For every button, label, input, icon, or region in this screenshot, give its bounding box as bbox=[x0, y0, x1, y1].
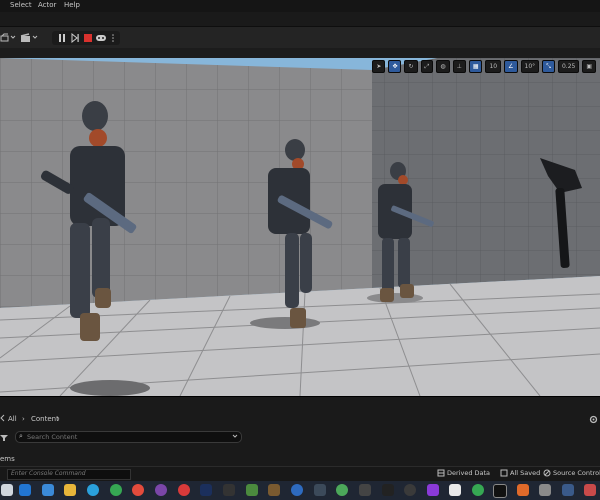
viewport-toolbar: ➤ ✥ ↻ ⤢ ◍ ⊥ ▦ 10 ∠ 10° ⤡ 0.25 ▣ bbox=[372, 60, 596, 73]
chevron-down-icon[interactable] bbox=[10, 34, 16, 40]
source-control-icon bbox=[543, 469, 551, 477]
app-icon[interactable] bbox=[584, 484, 596, 496]
chrome-icon[interactable] bbox=[132, 484, 144, 496]
translate-tool-button[interactable]: ✥ bbox=[388, 60, 402, 73]
select-tool-button[interactable]: ➤ bbox=[372, 60, 386, 73]
rotation-snap-value[interactable]: 10° bbox=[520, 60, 540, 73]
search-icon[interactable] bbox=[19, 484, 31, 496]
scale-tool-button[interactable]: ⤢ bbox=[420, 60, 434, 73]
app-icon[interactable] bbox=[155, 484, 167, 496]
stop-icon[interactable] bbox=[83, 33, 93, 43]
pause-icon[interactable] bbox=[57, 33, 67, 43]
console-command-input[interactable]: Enter Console Command bbox=[7, 469, 131, 480]
camera-icon: ▣ bbox=[586, 63, 592, 70]
surface-snap-icon: ⊥ bbox=[456, 63, 462, 70]
start-icon[interactable] bbox=[1, 484, 13, 496]
menu-bar: Select Actor Help bbox=[0, 0, 600, 12]
derived-data-icon bbox=[437, 469, 445, 477]
viewport-scene bbox=[0, 58, 600, 396]
move-icon: ✥ bbox=[392, 63, 398, 70]
console-placeholder: Enter Console Command bbox=[11, 470, 86, 477]
telegram-icon[interactable] bbox=[87, 484, 99, 496]
app-icon[interactable] bbox=[517, 484, 529, 496]
rotate-tool-button[interactable]: ↻ bbox=[404, 60, 418, 73]
gamepad-icon[interactable] bbox=[427, 484, 439, 496]
chevron-down-icon[interactable] bbox=[232, 432, 238, 442]
files-icon[interactable] bbox=[64, 484, 76, 496]
search-icon: ⌕ bbox=[19, 432, 23, 440]
scale-snap-label: 0.25 bbox=[561, 63, 576, 70]
grid-icon: ▦ bbox=[472, 63, 479, 70]
epic-games-icon[interactable] bbox=[382, 484, 394, 496]
scale-icon: ⤢ bbox=[424, 62, 430, 70]
app-icon[interactable] bbox=[562, 484, 574, 496]
level-viewport[interactable]: ➤ ✥ ↻ ⤢ ◍ ⊥ ▦ 10 ∠ 10° ⤡ 0.25 ▣ bbox=[0, 58, 600, 396]
all-saved-button[interactable]: All Saved bbox=[510, 469, 540, 477]
grid-snap-value[interactable]: 10 bbox=[485, 60, 502, 73]
clapperboard-icon[interactable] bbox=[20, 33, 32, 43]
skip-frame-icon[interactable] bbox=[70, 32, 80, 44]
menu-actor[interactable]: Actor bbox=[38, 1, 56, 9]
breadcrumb-all[interactable]: All bbox=[8, 415, 17, 423]
character-shadow bbox=[367, 293, 423, 303]
chrome-icon[interactable] bbox=[472, 484, 484, 496]
gamepad-icon[interactable] bbox=[95, 33, 107, 43]
app-icon[interactable] bbox=[314, 484, 326, 496]
title-gap bbox=[0, 12, 600, 26]
app-icon[interactable] bbox=[336, 484, 348, 496]
filter-icon[interactable] bbox=[0, 433, 8, 442]
rotation-snap-toggle[interactable]: ∠ bbox=[504, 60, 518, 73]
main-toolbar bbox=[0, 26, 600, 49]
app-icon[interactable] bbox=[268, 484, 280, 496]
character-shadow bbox=[70, 380, 150, 396]
unreal-engine-icon[interactable] bbox=[493, 484, 507, 498]
app-icon[interactable] bbox=[449, 484, 461, 496]
scale-snap-toggle[interactable]: ⤡ bbox=[542, 60, 555, 73]
app-icon[interactable] bbox=[359, 484, 371, 496]
chevron-left-icon[interactable] bbox=[0, 414, 6, 422]
photoshop-icon[interactable] bbox=[200, 484, 212, 496]
scale-snap-value[interactable]: 0.25 bbox=[557, 60, 580, 73]
chevron-down-icon[interactable] bbox=[32, 34, 38, 40]
save-icon bbox=[500, 469, 508, 477]
app-icon[interactable] bbox=[539, 484, 551, 496]
chevron-right-icon: › bbox=[22, 415, 25, 423]
more-options-icon[interactable] bbox=[111, 33, 115, 43]
chevron-right-icon: › bbox=[57, 415, 60, 423]
menu-help[interactable]: Help bbox=[64, 1, 80, 9]
search-placeholder: Search Content bbox=[27, 433, 78, 441]
content-search-input[interactable]: ⌕ Search Content bbox=[15, 431, 242, 443]
scale-snap-icon: ⤡ bbox=[546, 62, 551, 70]
globe-icon: ◍ bbox=[440, 63, 446, 70]
world-local-button[interactable]: ◍ bbox=[436, 60, 450, 73]
rotation-snap-label: 10° bbox=[524, 63, 536, 70]
grid-snap-label: 10 bbox=[489, 63, 498, 70]
breadcrumb-content[interactable]: Content bbox=[31, 415, 59, 423]
settings-gear-icon[interactable] bbox=[589, 415, 598, 424]
angle-icon: ∠ bbox=[508, 63, 514, 70]
edge-icon[interactable] bbox=[42, 484, 54, 496]
rotate-icon: ↻ bbox=[408, 63, 414, 70]
grid-snap-toggle[interactable]: ▦ bbox=[468, 60, 483, 73]
chrome-icon[interactable] bbox=[110, 484, 122, 496]
source-control-button[interactable]: Source Control bbox=[553, 469, 600, 477]
app-icon[interactable] bbox=[291, 484, 303, 496]
derived-data-button[interactable]: Derived Data bbox=[447, 469, 490, 477]
app-icon[interactable] bbox=[404, 484, 416, 496]
viewport-tab-strip bbox=[0, 48, 600, 58]
terminal-icon[interactable] bbox=[223, 484, 235, 496]
mode-icon[interactable] bbox=[0, 33, 10, 43]
camera-speed-button[interactable]: ▣ bbox=[582, 60, 596, 73]
minecraft-icon[interactable] bbox=[246, 484, 258, 496]
character-shadow bbox=[250, 317, 320, 329]
items-count-label: ems bbox=[0, 455, 15, 463]
menu-select[interactable]: Select bbox=[10, 1, 32, 9]
surface-snap-button[interactable]: ⊥ bbox=[452, 60, 466, 73]
youtube-icon[interactable] bbox=[178, 484, 190, 496]
cursor-icon: ➤ bbox=[376, 63, 382, 70]
